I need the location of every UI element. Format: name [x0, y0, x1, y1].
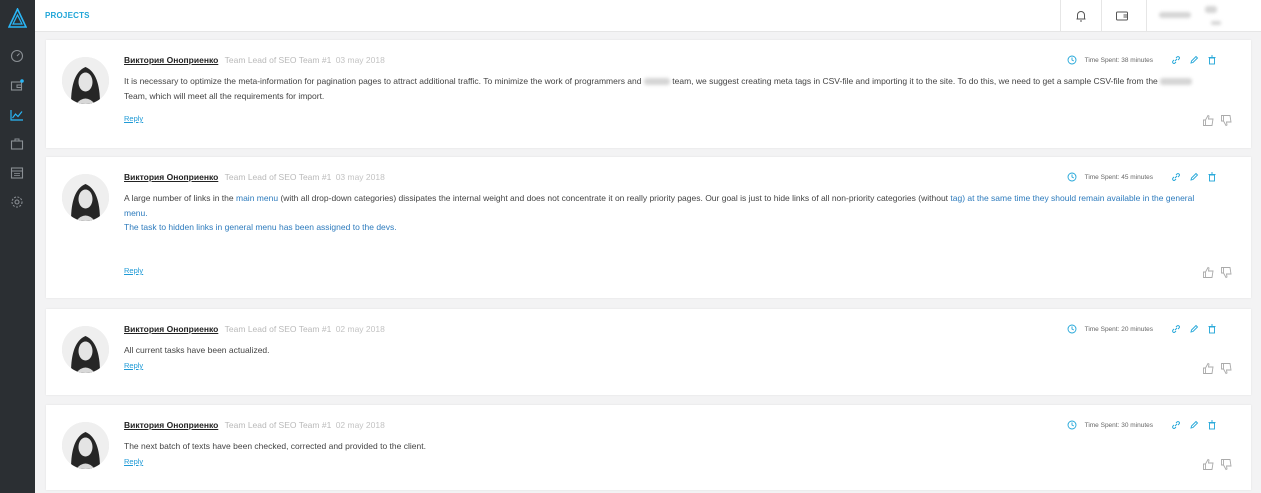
trash-icon[interactable] — [1207, 324, 1217, 334]
page-title: PROJECTS — [45, 11, 90, 20]
comment-date: 03 may 2018 — [335, 55, 385, 65]
calendar-icon[interactable] — [9, 165, 25, 181]
comment-card: Виктория Оноприенко Team Lead of SEO Tea… — [46, 309, 1251, 395]
thumb-down-icon[interactable] — [1220, 362, 1233, 380]
comment-text: The next batch of texts have been checke… — [124, 441, 426, 451]
author-name[interactable]: Виктория Оноприенко — [124, 172, 218, 182]
sidebar — [0, 0, 35, 493]
user-avatar-blurred — [1205, 6, 1217, 13]
time-spent: Time Spent: 30 minutes — [1084, 422, 1153, 429]
top-bar: PROJECTS — [35, 0, 1261, 32]
comment-card: Виктория Оноприенко Team Lead of SEO Tea… — [46, 157, 1251, 298]
user-name-blurred — [1159, 12, 1191, 18]
vote-buttons — [1202, 458, 1234, 472]
thumb-down-icon[interactable] — [1220, 114, 1233, 132]
thumb-up-icon[interactable] — [1202, 266, 1215, 284]
time-spent: Time Spent: 45 minutes — [1084, 174, 1153, 181]
comment-header: Виктория Оноприенко Team Lead of SEO Tea… — [124, 172, 385, 182]
bell-icon — [1076, 11, 1086, 22]
author-role: Team Lead of SEO Team #1 — [224, 55, 332, 65]
wallet-icon[interactable] — [9, 78, 25, 94]
author-name[interactable]: Виктория Оноприенко — [124, 324, 218, 334]
reply-link[interactable]: Reply — [124, 457, 143, 466]
comment-header: Виктория Оноприенко Team Lead of SEO Tea… — [124, 55, 385, 65]
clock-icon — [1067, 172, 1077, 182]
edit-icon[interactable] — [1189, 172, 1199, 182]
reply-link[interactable]: Reply — [124, 361, 143, 370]
comment-card: Виктория Оноприенко Team Lead of SEO Tea… — [46, 40, 1251, 148]
thumb-up-icon[interactable] — [1202, 114, 1215, 132]
thumb-down-icon[interactable] — [1220, 266, 1233, 284]
trash-icon[interactable] — [1207, 420, 1217, 430]
notifications-button[interactable] — [1060, 0, 1100, 31]
thumb-up-icon[interactable] — [1202, 362, 1215, 380]
comment-date: 02 may 2018 — [335, 324, 385, 334]
clock-icon — [1067, 420, 1077, 430]
dashboard-icon[interactable] — [9, 48, 25, 64]
briefcase-icon[interactable] — [9, 136, 25, 152]
avatar — [62, 326, 109, 373]
comment-text: It is necessary to optimize the meta-inf… — [124, 74, 1204, 103]
thumb-down-icon[interactable] — [1220, 458, 1233, 476]
reply-link[interactable]: Reply — [124, 114, 143, 123]
comment-card: Виктория Оноприенко Team Lead of SEO Tea… — [46, 405, 1251, 490]
trash-icon[interactable] — [1207, 172, 1217, 182]
comment-header: Виктория Оноприенко Team Lead of SEO Tea… — [124, 420, 385, 430]
author-name[interactable]: Виктория Оноприенко — [124, 420, 218, 430]
vote-buttons — [1202, 114, 1234, 128]
reply-link[interactable]: Reply — [124, 266, 143, 275]
wallet-icon — [1116, 11, 1128, 21]
chart-icon[interactable] — [9, 107, 25, 123]
comment-header: Виктория Оноприенко Team Lead of SEO Tea… — [124, 324, 385, 334]
link-icon[interactable] — [1171, 324, 1181, 334]
thumb-up-icon[interactable] — [1202, 458, 1215, 476]
comment-text: A large number of links in the main menu… — [124, 193, 1195, 232]
avatar — [62, 57, 109, 104]
task-note: The task to hidden links in general menu… — [124, 222, 397, 232]
author-role: Team Lead of SEO Team #1 — [224, 420, 332, 430]
avatar — [62, 422, 109, 469]
edit-icon[interactable] — [1189, 55, 1199, 65]
author-role: Team Lead of SEO Team #1 — [224, 172, 332, 182]
wallet-button[interactable] — [1101, 0, 1141, 31]
time-spent: Time Spent: 20 minutes — [1084, 326, 1153, 333]
link-icon[interactable] — [1171, 172, 1181, 182]
edit-icon[interactable] — [1189, 324, 1199, 334]
redacted-text — [643, 78, 670, 86]
comment-date: 02 may 2018 — [335, 420, 385, 430]
vote-buttons — [1202, 362, 1234, 376]
clock-icon — [1067, 55, 1077, 65]
logo-icon[interactable] — [7, 7, 28, 28]
main-menu-link[interactable]: main menu — [236, 193, 278, 203]
user-role-blurred — [1211, 21, 1221, 25]
user-menu[interactable] — [1146, 0, 1261, 31]
comment-text: All current tasks have been actualized. — [124, 345, 270, 355]
link-icon[interactable] — [1171, 55, 1181, 65]
trash-icon[interactable] — [1207, 55, 1217, 65]
link-icon[interactable] — [1171, 420, 1181, 430]
edit-icon[interactable] — [1189, 420, 1199, 430]
time-spent: Time Spent: 38 minutes — [1084, 57, 1153, 64]
comment-date: 03 may 2018 — [335, 172, 385, 182]
tag-link[interactable]: tag) at the same time they should remain… — [950, 193, 1163, 203]
vote-buttons — [1202, 266, 1234, 280]
redacted-text — [1160, 78, 1193, 86]
author-name[interactable]: Виктория Оноприенко — [124, 55, 218, 65]
avatar — [62, 174, 109, 221]
settings-icon[interactable] — [9, 194, 25, 210]
author-role: Team Lead of SEO Team #1 — [224, 324, 332, 334]
clock-icon — [1067, 324, 1077, 334]
